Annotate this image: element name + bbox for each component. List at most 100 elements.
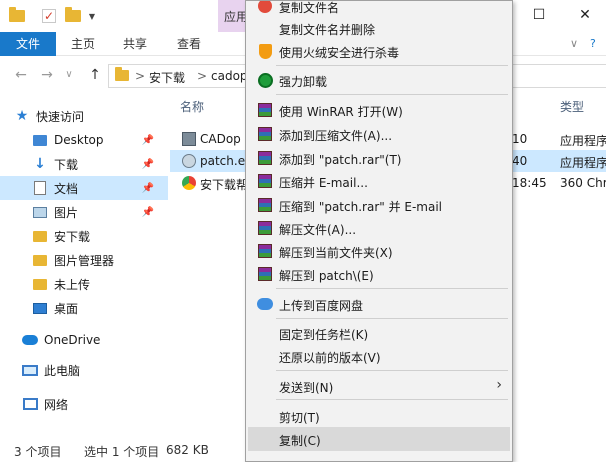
baidu-netdisk-icon bbox=[257, 296, 273, 312]
nav-item-not-uploaded[interactable]: 未上传 bbox=[0, 272, 168, 296]
nav-item-network[interactable]: 网络 bbox=[0, 392, 168, 416]
winrar-icon bbox=[257, 220, 273, 236]
menu-item-copy[interactable]: 复制(C) bbox=[248, 427, 510, 451]
menu-item-extract-here[interactable]: 解压到当前文件夹(X) bbox=[248, 239, 510, 263]
file-name: patch.e bbox=[200, 154, 246, 168]
breadcrumb-separator: > bbox=[135, 69, 146, 83]
menu-separator bbox=[276, 318, 508, 319]
file-name: CADop bbox=[200, 132, 241, 146]
tab-file[interactable]: 文件 bbox=[0, 32, 56, 56]
menu-item-add-to-archive[interactable]: 添加到压缩文件(A)... bbox=[248, 122, 510, 146]
menu-item-winrar-open[interactable]: 使用 WinRAR 打开(W) bbox=[248, 98, 510, 122]
file-type: 360 Chr bbox=[560, 176, 606, 190]
winrar-icon bbox=[257, 173, 273, 189]
navigation-pane: ★ 快速访问 Desktop 📌 ↓ 下载 📌 文档 📌 图片 📌 安下载 图片… bbox=[0, 94, 170, 434]
tab-share[interactable]: 共享 bbox=[112, 32, 158, 56]
search-input[interactable] bbox=[510, 64, 606, 88]
nav-item-label: 下载 bbox=[54, 157, 79, 172]
nav-item-label: 此电脑 bbox=[44, 363, 81, 378]
patch-exe-icon bbox=[182, 154, 196, 168]
file-type: 应用程序 bbox=[560, 134, 606, 148]
uninstall-icon bbox=[257, 72, 273, 88]
folder-icon bbox=[8, 7, 26, 25]
new-folder-icon[interactable] bbox=[64, 7, 82, 25]
quick-access-dropdown-icon[interactable]: ▼ bbox=[86, 7, 98, 25]
address-bar[interactable]: > 安下载 > cadop bbox=[108, 64, 248, 88]
winrar-icon bbox=[257, 150, 273, 166]
file-name: 安下载帮 bbox=[200, 178, 249, 192]
help-icon[interactable]: ? bbox=[590, 32, 596, 56]
menu-separator bbox=[276, 399, 508, 400]
back-button[interactable]: ← bbox=[12, 66, 30, 84]
close-button[interactable]: ✕ bbox=[562, 0, 606, 32]
nav-item-desktop-cn[interactable]: 桌面 bbox=[0, 296, 168, 320]
recent-locations-dropdown[interactable]: ∨ bbox=[60, 66, 78, 84]
file-time: 10 bbox=[512, 132, 528, 146]
folder-icon bbox=[32, 228, 48, 244]
column-header-name[interactable]: 名称 bbox=[180, 98, 204, 115]
nav-item-label: 图片 bbox=[54, 205, 79, 220]
submenu-arrow-icon: › bbox=[496, 377, 502, 393]
nav-item-label: Desktop bbox=[54, 133, 104, 147]
menu-item-extract-to-patch[interactable]: 解压到 patch\(E) bbox=[248, 262, 510, 286]
menu-item-compress-patch-rar-email[interactable]: 压缩到 "patch.rar" 并 E-mail bbox=[248, 193, 510, 217]
nav-item-desktop[interactable]: Desktop 📌 bbox=[0, 128, 168, 152]
menu-item-compress-email[interactable]: 压缩并 E-mail... bbox=[248, 169, 510, 193]
nav-item-label: 网络 bbox=[44, 397, 69, 412]
nav-item-documents[interactable]: 文档 📌 bbox=[0, 176, 168, 200]
menu-item-copy-filename-delete[interactable]: 复制文件名并删除 bbox=[248, 16, 510, 40]
picture-icon bbox=[32, 204, 48, 220]
winrar-icon bbox=[257, 197, 273, 213]
menu-item-pin-taskbar[interactable]: 固定到任务栏(K) bbox=[248, 321, 510, 345]
app-tools-context-tab[interactable]: 应用 bbox=[218, 0, 248, 32]
pin-icon: 📌 bbox=[141, 134, 154, 146]
ribbon-collapse-icon[interactable]: ∨ bbox=[570, 32, 578, 56]
tab-home[interactable]: 主页 bbox=[60, 32, 106, 56]
file-time: 18:45 bbox=[512, 176, 547, 190]
status-size: 682 KB bbox=[166, 443, 209, 457]
nav-item-anxiazai[interactable]: 安下载 bbox=[0, 224, 168, 248]
desktop-icon bbox=[32, 300, 48, 316]
tab-view[interactable]: 查看 bbox=[166, 32, 212, 56]
menu-item-send-to[interactable]: 发送到(N) › bbox=[248, 374, 510, 398]
menu-item-upload-baidu[interactable]: 上传到百度网盘 bbox=[248, 292, 510, 316]
nav-item-quick-access[interactable]: ★ 快速访问 bbox=[0, 104, 168, 128]
column-header-type[interactable]: 类型 bbox=[560, 98, 584, 115]
winrar-icon bbox=[257, 126, 273, 142]
pin-icon: 📌 bbox=[141, 158, 154, 170]
menu-item-cut[interactable]: 剪切(T) bbox=[248, 404, 510, 428]
nav-item-onedrive[interactable]: OneDrive bbox=[0, 328, 168, 352]
pin-icon: 📌 bbox=[141, 206, 154, 218]
nav-item-downloads[interactable]: ↓ 下载 📌 bbox=[0, 152, 168, 176]
file-time: 40 bbox=[512, 154, 528, 168]
exe-file-icon bbox=[182, 132, 196, 146]
up-button[interactable]: ↑ bbox=[86, 66, 104, 84]
properties-check-icon[interactable]: ✓ bbox=[40, 7, 58, 25]
forward-button[interactable]: → bbox=[38, 66, 56, 84]
folder-icon bbox=[32, 252, 48, 268]
menu-item-add-to-patch-rar[interactable]: 添加到 "patch.rar"(T) bbox=[248, 146, 510, 170]
nav-item-image-manager[interactable]: 图片管理器 bbox=[0, 248, 168, 272]
nav-item-label: 安下载 bbox=[54, 229, 91, 244]
document-icon bbox=[32, 180, 48, 196]
menu-item-huorong-scan[interactable]: 使用火绒安全进行杀毒 bbox=[248, 39, 510, 63]
breadcrumb-item[interactable]: 安下载 bbox=[149, 69, 185, 86]
huorong-shield-icon bbox=[257, 43, 273, 59]
nav-item-label: 文档 bbox=[54, 181, 79, 196]
folder-icon bbox=[32, 132, 48, 148]
menu-item-force-uninstall[interactable]: 强力卸载 bbox=[248, 68, 510, 92]
menu-item-extract-files[interactable]: 解压文件(A)... bbox=[248, 216, 510, 240]
red-circle-icon bbox=[257, 1, 273, 14]
nav-item-this-pc[interactable]: 此电脑 bbox=[0, 358, 168, 382]
nav-item-pictures[interactable]: 图片 📌 bbox=[0, 200, 168, 224]
file-type: 应用程序 bbox=[560, 156, 606, 170]
breadcrumb-item[interactable]: cadop bbox=[211, 69, 248, 83]
breadcrumb-separator: > bbox=[197, 69, 208, 83]
download-icon: ↓ bbox=[34, 156, 46, 172]
maximize-button[interactable]: ☐ bbox=[516, 0, 562, 32]
nav-item-label: 快速访问 bbox=[36, 109, 85, 124]
network-icon bbox=[22, 396, 38, 412]
computer-icon bbox=[22, 362, 38, 378]
winrar-icon bbox=[257, 243, 273, 259]
menu-item-restore-versions[interactable]: 还原以前的版本(V) bbox=[248, 344, 510, 368]
